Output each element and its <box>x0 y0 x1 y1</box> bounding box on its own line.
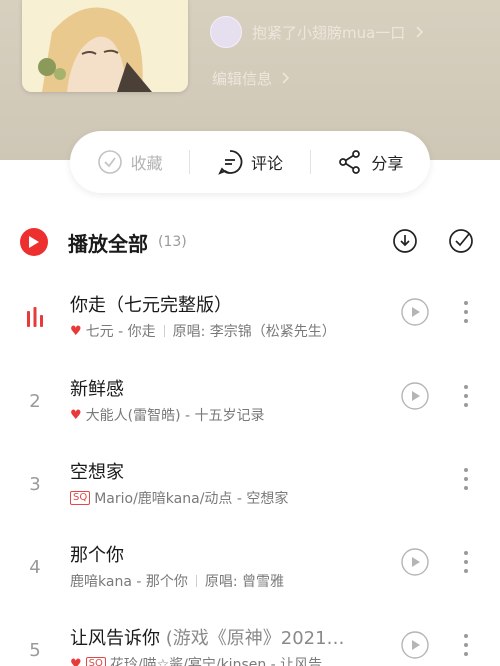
divider <box>163 325 165 337</box>
more-options-icon[interactable] <box>460 383 472 409</box>
chevron-right-icon <box>416 26 424 38</box>
edit-info-link[interactable]: 编辑信息 <box>212 68 291 89</box>
song-index: 3 <box>29 474 41 495</box>
play-video-icon[interactable] <box>400 381 430 411</box>
song-title: 那个你 <box>70 545 124 566</box>
play-video-icon[interactable] <box>400 297 430 327</box>
song-meta: ♥ 七元 - 你走 原唱: 李宗锦（松紧先生） <box>70 321 390 341</box>
divider <box>195 575 197 587</box>
song-index: 5 <box>29 640 41 661</box>
song-artist-album: 花玲/喵☆酱/宴宁/kinsen - 让风告 <box>109 657 323 666</box>
song-meta: SQ Mario/鹿喑kana/动点 - 空想家 <box>70 488 390 508</box>
play-all-button[interactable] <box>20 228 48 256</box>
song-title: 你走（七元完整版） <box>70 295 232 316</box>
heart-icon: ♥ <box>70 323 82 339</box>
song-title: 空想家 <box>70 462 124 483</box>
song-title: 让风告诉你 (游戏《原神》2021… <box>70 628 345 649</box>
play-all-row[interactable]: 播放全部 (13) <box>20 225 480 259</box>
comment-label: 评论 <box>250 154 283 173</box>
song-index: 4 <box>29 557 41 578</box>
song-title-extra: (游戏《原神》2021… <box>160 628 345 649</box>
action-bar: 收藏 评论 分享 <box>70 131 430 193</box>
song-artist-album: 七元 - 你走 <box>85 324 156 340</box>
share-button[interactable]: 分享 <box>311 149 430 175</box>
more-options-icon[interactable] <box>460 299 472 325</box>
song-meta: ♥ SQ 花玲/喵☆酱/宴宁/kinsen - 让风告 <box>70 654 390 666</box>
song-title: 新鲜感 <box>70 379 124 400</box>
creator-avatar[interactable] <box>210 16 242 48</box>
song-meta: ♥ 大能人(雷智皓) - 十五岁记录 <box>70 405 390 425</box>
play-video-icon[interactable] <box>400 547 430 577</box>
playlist-cover[interactable] <box>22 0 188 92</box>
song-row[interactable]: 4 那个你 鹿喑kana - 那个你 原唱: 曾雪雅 <box>0 541 500 601</box>
song-index: 2 <box>29 391 41 412</box>
song-row[interactable]: 2 新鲜感 ♥ 大能人(雷智皓) - 十五岁记录 <box>0 375 500 435</box>
heart-icon: ♥ <box>70 656 82 666</box>
more-options-icon[interactable] <box>460 632 472 658</box>
comment-button[interactable]: 评论 <box>190 149 309 175</box>
cover-illustration <box>22 0 188 92</box>
comment-icon <box>218 150 243 175</box>
song-count: (13) <box>158 234 187 250</box>
song-artist-album: 鹿喑kana - 那个你 <box>70 574 188 590</box>
share-icon <box>339 150 361 174</box>
song-artist-album: Mario/鹿喑kana/动点 - 空想家 <box>94 491 289 507</box>
download-icon[interactable] <box>392 228 418 254</box>
play-all-label: 播放全部 <box>68 231 148 256</box>
creator-row[interactable]: 抱紧了小翅膀mua一口 <box>210 16 425 48</box>
now-playing-icon <box>27 307 43 327</box>
more-options-icon[interactable] <box>460 549 472 575</box>
song-meta: 鹿喑kana - 那个你 原唱: 曾雪雅 <box>70 571 390 591</box>
edit-info-label: 编辑信息 <box>212 70 273 88</box>
more-options-icon[interactable] <box>460 466 472 492</box>
song-row[interactable]: 5 让风告诉你 (游戏《原神》2021… ♥ SQ 花玲/喵☆酱/宴宁/kins… <box>0 624 500 666</box>
song-row[interactable]: 3 空想家 SQ Mario/鹿喑kana/动点 - 空想家 <box>0 458 500 518</box>
creator-name[interactable]: 抱紧了小翅膀mua一口 <box>252 22 405 43</box>
play-video-icon[interactable] <box>400 630 430 660</box>
song-original-singer: 原唱: 曾雪雅 <box>204 574 285 590</box>
song-original-singer: 原唱: 李宗锦（松紧先生） <box>172 324 336 340</box>
sq-badge: SQ <box>70 491 91 505</box>
check-circle-icon <box>97 150 122 174</box>
song-row[interactable]: 你走（七元完整版） ♥ 七元 - 你走 原唱: 李宗锦（松紧先生） <box>0 291 500 351</box>
sq-badge: SQ <box>85 657 106 666</box>
favorite-button[interactable]: 收藏 <box>70 149 189 175</box>
heart-icon: ♥ <box>70 407 82 423</box>
share-label: 分享 <box>371 154 404 173</box>
multi-select-icon[interactable] <box>448 228 474 254</box>
chevron-right-icon <box>282 72 289 84</box>
list-tools <box>392 228 474 254</box>
play-icon <box>29 236 39 248</box>
song-artist-album: 大能人(雷智皓) - 十五岁记录 <box>85 408 265 424</box>
favorite-label: 收藏 <box>130 154 163 173</box>
